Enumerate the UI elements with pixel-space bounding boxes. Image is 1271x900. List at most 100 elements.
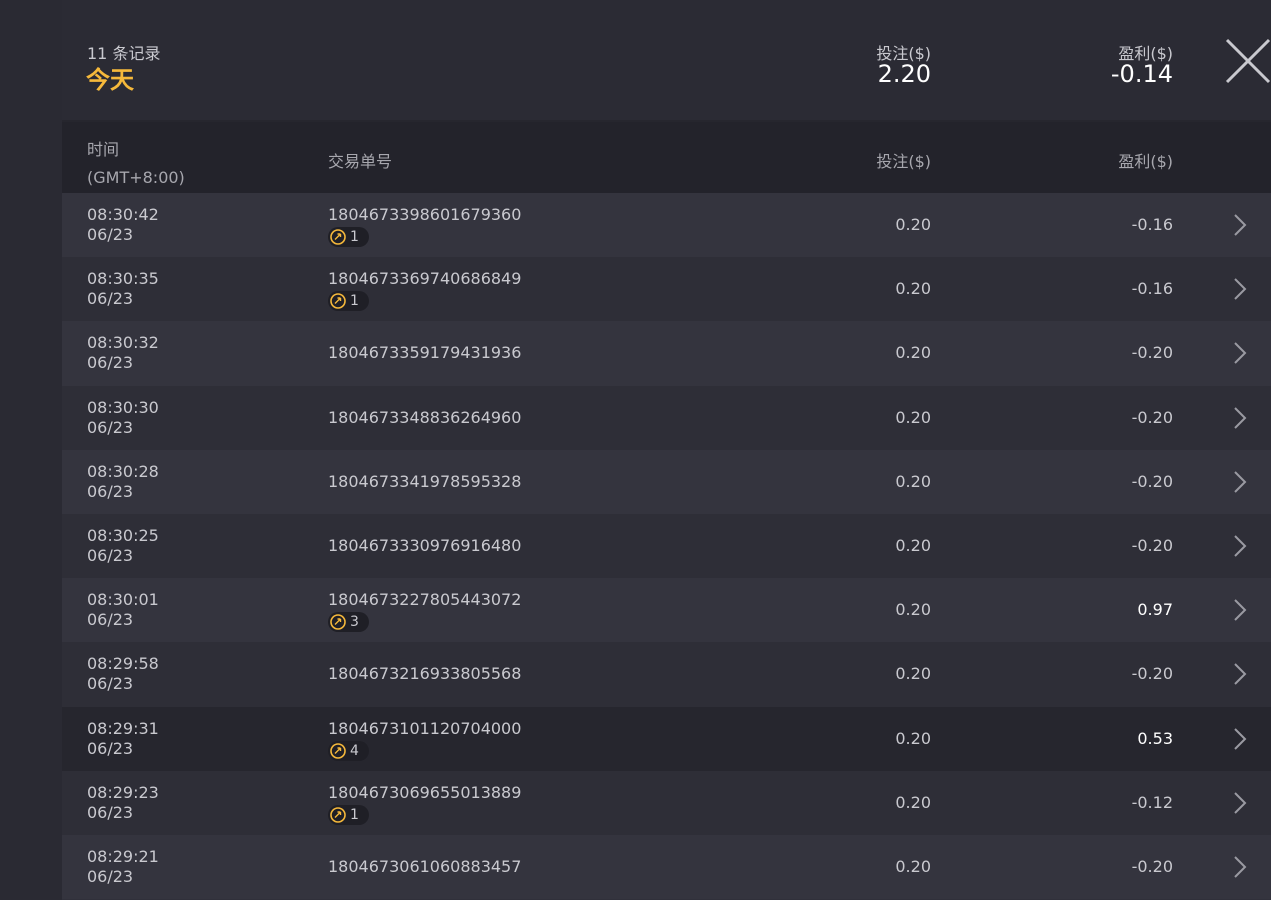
row-time: 08:29:31 xyxy=(87,718,159,738)
row-time-cell: 08:30:42 06/23 xyxy=(87,205,159,245)
bet-history-panel: 11 条记录 今天 投注($) 2.20 盈利($) -0.14 时间 (GMT… xyxy=(62,0,1271,900)
summary-header: 11 条记录 今天 投注($) 2.20 盈利($) -0.14 xyxy=(62,0,1271,122)
row-order-id: 1804673348836264960 xyxy=(328,407,522,427)
table-row[interactable]: 08:30:42 06/23 1804673398601679360 1 0.20 -0.… xyxy=(62,193,1271,258)
row-date: 06/23 xyxy=(87,802,134,822)
row-time-cell: 08:29:21 06/23 xyxy=(87,847,159,887)
row-time-cell: 08:29:31 06/23 xyxy=(87,719,159,759)
row-order-id: 1804673359179431936 xyxy=(328,343,522,363)
header-timezone: (GMT+8:00) xyxy=(87,168,185,187)
row-date: 06/23 xyxy=(87,674,134,694)
row-order-cell: 1804673227805443072 3 xyxy=(328,590,521,635)
table-row[interactable]: 08:29:31 06/23 1804673101120704000 4 0.20 0.5… xyxy=(62,706,1271,771)
row-order-id: 1804673330976916480 xyxy=(328,535,522,555)
chevron-right-icon[interactable] xyxy=(1233,855,1247,879)
chevron-right-icon[interactable] xyxy=(1233,213,1247,237)
free-spin-count: 3 xyxy=(350,614,359,631)
row-time-cell: 08:30:32 06/23 xyxy=(87,333,159,373)
free-spin-badge: 1 xyxy=(328,804,369,825)
row-time-cell: 08:30:01 06/23 xyxy=(87,590,159,630)
table-row[interactable]: 08:29:58 06/23 1804673216933805568 0.20 -0.2… xyxy=(62,642,1271,707)
free-spin-badge: 3 xyxy=(328,612,369,633)
row-order-cell: 1804673330976916480 xyxy=(328,536,521,556)
total-bet-value: 2.20 xyxy=(877,60,931,88)
row-order-id: 1804673061060883457 xyxy=(328,856,522,876)
date-filter-label[interactable]: 今天 xyxy=(86,60,134,95)
row-bet: 0.20 xyxy=(895,856,931,876)
header-bet: 投注($) xyxy=(876,152,931,171)
row-order-id: 1804673101120704000 xyxy=(328,718,522,738)
row-profit: -0.20 xyxy=(1131,343,1173,363)
free-spin-coin-icon xyxy=(330,293,346,309)
row-date: 06/23 xyxy=(87,417,134,437)
chevron-right-icon[interactable] xyxy=(1233,406,1247,430)
row-order-cell: 1804673348836264960 xyxy=(328,408,521,428)
header-profit: 盈利($) xyxy=(1118,152,1173,171)
row-date: 06/23 xyxy=(87,353,134,373)
row-bet: 0.20 xyxy=(895,471,931,491)
chevron-right-icon[interactable] xyxy=(1233,277,1247,301)
row-time: 08:30:42 xyxy=(87,205,159,224)
row-time: 08:30:25 xyxy=(87,525,159,545)
chevron-right-icon[interactable] xyxy=(1233,341,1247,365)
row-profit: -0.20 xyxy=(1131,407,1173,427)
chevron-right-icon[interactable] xyxy=(1233,534,1247,558)
total-profit-value: -0.14 xyxy=(1110,60,1173,88)
close-button[interactable] xyxy=(1225,38,1271,84)
row-profit: 0.53 xyxy=(1137,728,1173,748)
table-row[interactable]: 08:30:30 06/23 1804673348836264960 0.20 -0.2… xyxy=(62,385,1271,450)
table-row[interactable]: 08:30:32 06/23 1804673359179431936 0.20 -0.2… xyxy=(62,321,1271,386)
row-date: 06/23 xyxy=(87,738,134,758)
row-order-id: 1804673398601679360 xyxy=(328,205,522,224)
row-time: 08:30:30 xyxy=(87,397,159,417)
left-backdrop xyxy=(0,0,62,900)
row-order-cell: 1804673341978595328 xyxy=(328,472,521,492)
row-time-cell: 08:30:28 06/23 xyxy=(87,462,159,502)
free-spin-count: 1 xyxy=(350,293,359,310)
chevron-right-icon[interactable] xyxy=(1233,791,1247,815)
row-profit: -0.20 xyxy=(1131,471,1173,491)
row-order-cell: 1804673398601679360 1 xyxy=(328,205,521,250)
free-spin-coin-icon xyxy=(330,742,346,759)
free-spin-count: 1 xyxy=(350,229,359,245)
row-profit: -0.16 xyxy=(1131,279,1173,299)
row-bet: 0.20 xyxy=(895,535,931,555)
free-spin-count: 4 xyxy=(350,742,359,759)
row-bet: 0.20 xyxy=(895,664,931,684)
row-order-id: 1804673069655013889 xyxy=(328,782,522,802)
row-time-cell: 08:30:25 06/23 xyxy=(87,526,159,566)
table-row[interactable]: 08:30:01 06/23 1804673227805443072 3 0.20 0.9… xyxy=(62,578,1271,643)
row-order-cell: 1804673101120704000 4 xyxy=(328,719,521,764)
row-date: 06/23 xyxy=(87,289,134,309)
row-bet: 0.20 xyxy=(895,792,931,812)
free-spin-count: 1 xyxy=(350,806,359,823)
table-row[interactable]: 08:29:21 06/23 1804673061060883457 0.20 -0.2… xyxy=(62,834,1271,900)
row-order-cell: 1804673061060883457 xyxy=(328,857,521,877)
row-time-cell: 08:29:58 06/23 xyxy=(87,654,159,694)
chevron-right-icon[interactable] xyxy=(1233,598,1247,622)
free-spin-coin-icon xyxy=(330,806,346,823)
row-order-id: 1804673369740686849 xyxy=(328,269,522,289)
row-time: 08:29:23 xyxy=(87,782,159,802)
table-row[interactable]: 08:30:28 06/23 1804673341978595328 0.20 -0.2… xyxy=(62,449,1271,514)
table-row[interactable]: 08:30:35 06/23 1804673369740686849 1 0.20 -0.… xyxy=(62,257,1271,322)
row-time-cell: 08:30:30 06/23 xyxy=(87,398,159,438)
row-date: 06/23 xyxy=(87,866,134,886)
row-time-cell: 08:30:35 06/23 xyxy=(87,269,159,309)
history-rows: 08:30:42 06/23 1804673398601679360 1 0.20 -0.… xyxy=(62,193,1271,900)
row-profit: 0.97 xyxy=(1137,600,1173,620)
table-row[interactable]: 08:30:25 06/23 1804673330976916480 0.20 -0.2… xyxy=(62,513,1271,579)
table-row[interactable]: 08:29:23 06/23 1804673069655013889 1 0.20 -0.… xyxy=(62,770,1271,835)
row-time: 08:30:01 xyxy=(87,590,159,610)
row-date: 06/23 xyxy=(87,225,134,244)
chevron-right-icon[interactable] xyxy=(1233,727,1247,751)
row-profit: -0.20 xyxy=(1131,535,1173,555)
free-spin-coin-icon xyxy=(330,229,346,245)
chevron-right-icon[interactable] xyxy=(1233,662,1247,686)
header-time-label: 时间 xyxy=(87,140,120,159)
row-profit: -0.20 xyxy=(1131,664,1173,684)
row-order-cell: 1804673216933805568 xyxy=(328,664,521,684)
chevron-right-icon[interactable] xyxy=(1233,470,1247,494)
header-time: 时间 (GMT+8:00) xyxy=(87,136,185,192)
row-date: 06/23 xyxy=(87,481,134,501)
